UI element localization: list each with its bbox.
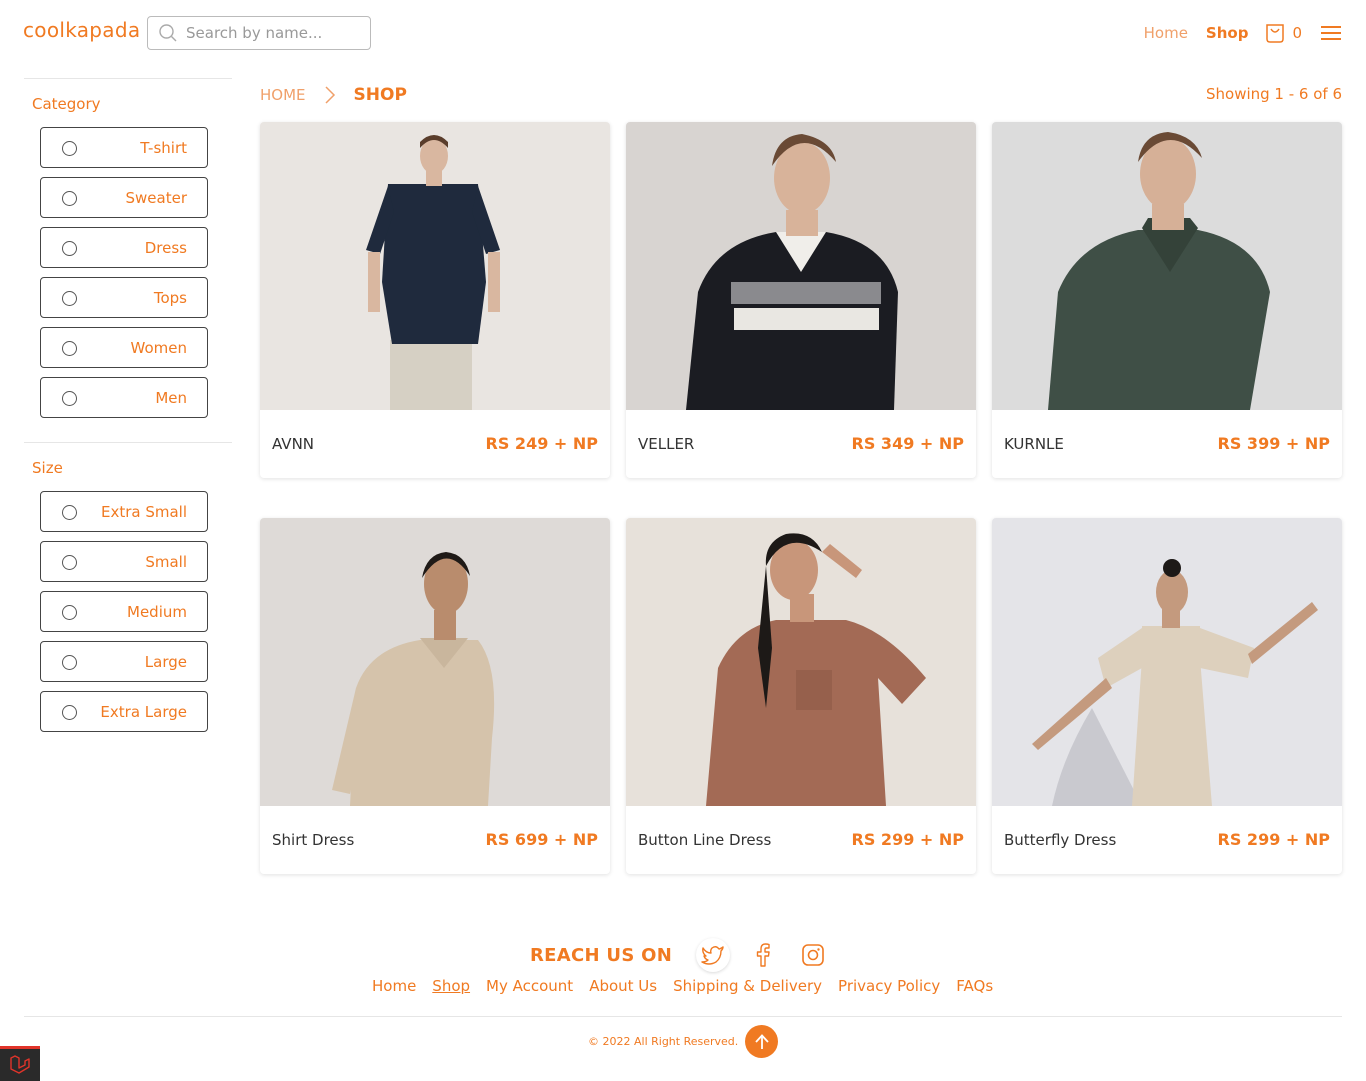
footer-link-shipping[interactable]: Shipping & Delivery xyxy=(673,977,822,995)
footer-link-privacy[interactable]: Privacy Policy xyxy=(838,977,940,995)
radio-button[interactable] xyxy=(62,291,77,306)
filter-sidebar: Category T-shirt Sweater Dress Tops Wome… xyxy=(24,78,232,741)
radio-button[interactable] xyxy=(62,705,77,720)
category-option-sweater[interactable]: Sweater xyxy=(40,177,208,218)
product-price: RS 399 + NP xyxy=(1217,434,1330,453)
size-option-small[interactable]: Small xyxy=(40,541,208,582)
cart-button[interactable]: 0 xyxy=(1264,22,1302,44)
size-label: Small xyxy=(145,552,187,571)
product-name[interactable]: VELLER xyxy=(638,435,694,453)
product-price: RS 699 + NP xyxy=(485,830,598,849)
product-name[interactable]: Shirt Dress xyxy=(272,831,354,849)
category-option-tshirt[interactable]: T-shirt xyxy=(40,127,208,168)
cart-count: 0 xyxy=(1292,24,1302,42)
product-price: RS 299 + NP xyxy=(851,830,964,849)
footer-link-home[interactable]: Home xyxy=(372,977,416,995)
size-option-large[interactable]: Large xyxy=(40,641,208,682)
footer-links: Home Shop My Account About Us Shipping &… xyxy=(372,977,1009,995)
radio-button[interactable] xyxy=(62,605,77,620)
debugbar-toggle[interactable] xyxy=(0,1046,40,1081)
reach-us-title: REACH US ON xyxy=(530,944,673,966)
category-label: Women xyxy=(130,338,187,357)
category-label: Sweater xyxy=(125,188,188,207)
product-image[interactable] xyxy=(626,518,976,806)
size-option-extra-large[interactable]: Extra Large xyxy=(40,691,208,732)
footer-divider xyxy=(24,1016,1342,1017)
category-label: Men xyxy=(155,388,187,407)
category-option-dress[interactable]: Dress xyxy=(40,227,208,268)
instagram-icon[interactable] xyxy=(796,938,830,972)
product-card[interactable]: AVNN RS 249 + NP xyxy=(260,122,610,478)
twitter-icon[interactable] xyxy=(696,938,731,972)
product-card[interactable]: Butterfly Dress RS 299 + NP xyxy=(992,518,1342,874)
category-label: T-shirt xyxy=(140,138,187,157)
product-card[interactable]: Shirt Dress RS 699 + NP xyxy=(260,518,610,874)
category-option-men[interactable]: Men xyxy=(40,377,208,418)
laravel-logo-icon xyxy=(10,1055,30,1074)
menu-icon[interactable] xyxy=(1320,24,1342,42)
product-name[interactable]: AVNN xyxy=(272,435,314,453)
size-title: Size xyxy=(32,459,63,477)
product-image[interactable] xyxy=(260,122,610,410)
arrow-up-icon xyxy=(754,1033,769,1049)
breadcrumb-current: SHOP xyxy=(353,85,407,105)
footer-link-shop[interactable]: Shop xyxy=(432,977,470,995)
product-price: RS 349 + NP xyxy=(851,434,964,453)
breadcrumb-home[interactable]: HOME xyxy=(260,86,306,104)
product-image[interactable] xyxy=(992,122,1342,410)
footer-link-faqs[interactable]: FAQs xyxy=(956,977,993,995)
product-name[interactable]: KURNLE xyxy=(1004,435,1064,453)
copyright-text: © 2022 All Right Reserved. xyxy=(588,1035,739,1048)
sidebar-divider xyxy=(24,78,232,79)
radio-button[interactable] xyxy=(62,655,77,670)
category-label: Dress xyxy=(144,238,187,257)
product-image[interactable] xyxy=(260,518,610,806)
reach-us-section: REACH US ON xyxy=(530,938,846,972)
footer-link-about-us[interactable]: About Us xyxy=(589,977,657,995)
radio-button[interactable] xyxy=(62,391,77,406)
product-name[interactable]: Butterfly Dress xyxy=(1004,831,1116,849)
search-input[interactable] xyxy=(186,24,356,42)
size-label: Medium xyxy=(127,602,187,621)
radio-button[interactable] xyxy=(62,555,77,570)
nav-shop-link[interactable]: Shop xyxy=(1206,24,1249,42)
radio-button[interactable] xyxy=(62,505,77,520)
main-nav: Home Shop 0 xyxy=(1144,20,1342,46)
size-option-medium[interactable]: Medium xyxy=(40,591,208,632)
size-label: Large xyxy=(144,652,187,671)
radio-button[interactable] xyxy=(62,241,77,256)
size-label: Extra Small xyxy=(100,502,187,521)
category-option-tops[interactable]: Tops xyxy=(40,277,208,318)
product-image[interactable] xyxy=(626,122,976,410)
radio-button[interactable] xyxy=(62,191,77,206)
site-header: coolkapada Home Shop 0 xyxy=(0,0,1366,66)
cart-icon xyxy=(1266,24,1285,43)
scroll-to-top-button[interactable] xyxy=(745,1025,778,1058)
category-title: Category xyxy=(32,95,101,113)
category-label: Tops xyxy=(153,288,187,307)
breadcrumb: HOME SHOP xyxy=(260,83,407,107)
sidebar-divider xyxy=(24,442,232,443)
footer-link-my-account[interactable]: My Account xyxy=(486,977,573,995)
chevron-right-icon xyxy=(324,85,336,105)
product-image[interactable] xyxy=(992,518,1342,806)
radio-button[interactable] xyxy=(62,341,77,356)
product-price: RS 299 + NP xyxy=(1217,830,1330,849)
product-name[interactable]: Button Line Dress xyxy=(638,831,771,849)
search-box[interactable] xyxy=(147,16,371,50)
facebook-icon[interactable] xyxy=(746,938,780,972)
search-icon xyxy=(159,24,177,42)
size-option-extra-small[interactable]: Extra Small xyxy=(40,491,208,532)
results-count: Showing 1 - 6 of 6 xyxy=(1205,85,1342,103)
radio-button[interactable] xyxy=(62,141,77,156)
nav-home-link[interactable]: Home xyxy=(1144,24,1188,42)
product-card[interactable]: KURNLE RS 399 + NP xyxy=(992,122,1342,478)
product-card[interactable]: Button Line Dress RS 299 + NP xyxy=(626,518,976,874)
site-logo[interactable]: coolkapada xyxy=(23,18,140,42)
category-option-women[interactable]: Women xyxy=(40,327,208,368)
product-price: RS 249 + NP xyxy=(485,434,598,453)
size-label: Extra Large xyxy=(100,702,187,721)
product-card[interactable]: VELLER RS 349 + NP xyxy=(626,122,976,478)
